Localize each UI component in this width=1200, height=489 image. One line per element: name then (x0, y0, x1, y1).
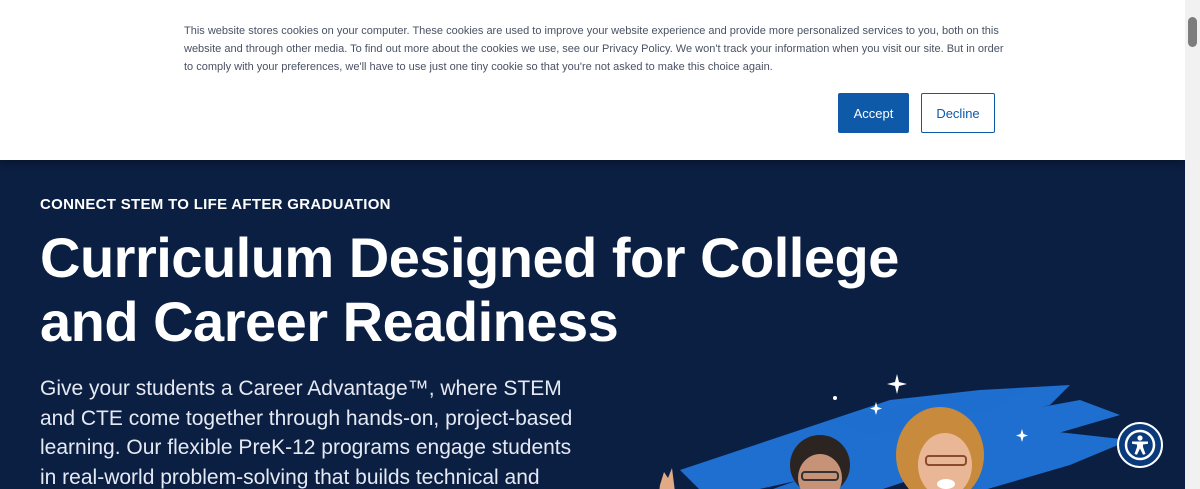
accessibility-icon (1124, 429, 1156, 461)
accept-button[interactable]: Accept (838, 93, 909, 133)
hero-body-text: Give your students a Career Advantage™, … (40, 377, 573, 489)
hero-eyebrow: CONNECT STEM TO LIFE AFTER GRADUATION (40, 196, 391, 213)
raised-hand (659, 468, 675, 489)
accessibility-button[interactable] (1117, 422, 1163, 468)
cookie-banner: This website stores cookies on your comp… (0, 0, 1185, 160)
hero-headline: Curriculum Designed for College and Care… (40, 226, 899, 353)
cookie-notice-text: This website stores cookies on your comp… (184, 25, 1004, 73)
scrollbar-thumb[interactable] (1188, 17, 1197, 47)
hero-illustration (659, 374, 1130, 489)
decline-button[interactable]: Decline (921, 93, 995, 133)
page-scrollbar[interactable] (1185, 0, 1200, 489)
